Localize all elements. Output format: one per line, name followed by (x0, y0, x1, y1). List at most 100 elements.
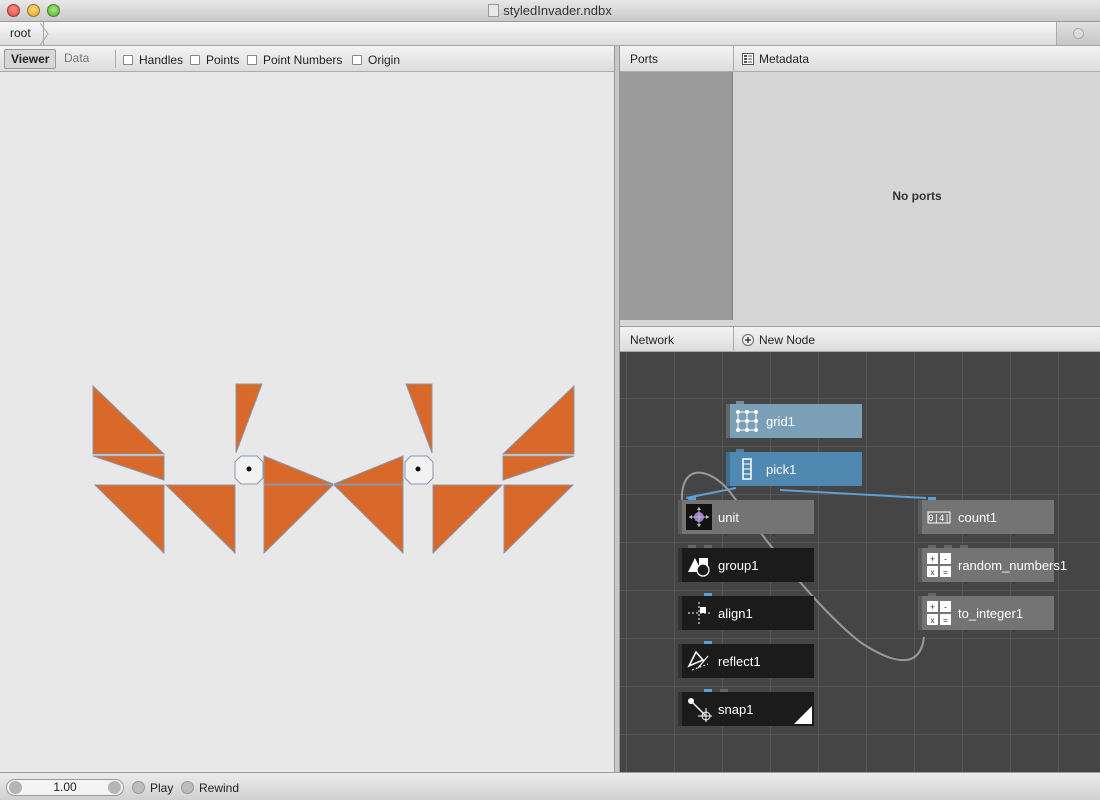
breadcrumb-item-root[interactable]: root (0, 22, 44, 45)
breadcrumb: root (0, 22, 1100, 46)
zoom-window-button[interactable] (47, 4, 60, 17)
frame-increment-button[interactable] (108, 781, 121, 794)
frame-value: 1.00 (53, 780, 77, 794)
node-input-port[interactable] (678, 692, 682, 726)
node-align1[interactable]: align1 (678, 593, 814, 630)
node-count1[interactable]: 0|4| count1 (918, 497, 1054, 534)
node-to-integer1[interactable]: + - x = to_integer1 (918, 593, 1054, 630)
play-button[interactable]: Play (132, 779, 173, 796)
node-input-port[interactable] (678, 500, 682, 534)
node-reflect1[interactable]: reflect1 (678, 641, 814, 678)
rewind-button[interactable]: Rewind (181, 779, 239, 796)
node-snap1[interactable]: snap1 (678, 689, 814, 726)
group-icon (688, 558, 710, 577)
node-input-port[interactable] (918, 596, 922, 630)
frame-number-field[interactable]: 1.00 (6, 779, 124, 796)
rewind-icon (181, 781, 194, 794)
node-label: pick1 (766, 461, 797, 477)
ports-detail-area: No ports (734, 72, 1100, 320)
close-window-button[interactable] (7, 4, 20, 17)
invader-drawing (92, 383, 575, 555)
header-divider (733, 46, 734, 72)
breadcrumb-chevron-icon (40, 23, 49, 45)
node-input-port[interactable] (918, 500, 922, 534)
node-top-port[interactable] (928, 545, 936, 548)
node-top-port[interactable] (704, 641, 712, 644)
node-input-port[interactable] (678, 596, 682, 630)
node-input-port[interactable] (726, 452, 730, 486)
node-label: group1 (718, 557, 759, 573)
node-top-port[interactable] (928, 497, 936, 500)
network-canvas[interactable]: grid1 pick1 unit group1 align1 reflect1 (620, 352, 1100, 772)
handles-checkbox[interactable]: Handles (123, 53, 183, 67)
node-label: to_integer1 (958, 605, 1024, 621)
new-node-label: New Node (759, 333, 816, 347)
node-top-port[interactable] (960, 545, 968, 548)
node-top-port[interactable] (720, 689, 728, 692)
tab-viewer[interactable]: Viewer (4, 49, 57, 69)
new-node-button[interactable]: New Node (742, 327, 815, 353)
node-label: grid1 (766, 413, 795, 429)
checkbox-box (247, 55, 257, 65)
network-title: Network (630, 333, 675, 347)
count-icon: 0|4| (926, 504, 952, 530)
invader-eye-pupil (415, 466, 421, 472)
ports-header: Ports Metadata (620, 46, 1100, 72)
invader-shape (93, 484, 165, 555)
metadata-icon (742, 53, 754, 65)
playback-bar: 1.00 Play Rewind (0, 772, 1100, 800)
node-input-port[interactable] (918, 548, 922, 582)
node-top-port[interactable] (704, 545, 712, 548)
pick-icon (734, 456, 760, 482)
node-top-port[interactable] (688, 545, 696, 548)
invader-shape (405, 383, 433, 454)
node-top-port[interactable] (688, 497, 696, 500)
window-titlebar: styledInvader.ndbx (0, 0, 1100, 22)
node-random-numbers1[interactable]: + - x = random_numbers1 (918, 545, 1067, 582)
circle-icon (1073, 28, 1084, 39)
node-top-port[interactable] (944, 545, 952, 548)
tab-metadata[interactable]: Metadata (742, 46, 809, 72)
node-top-port[interactable] (704, 689, 712, 692)
invader-shape (332, 484, 404, 555)
ports-list-column (620, 72, 733, 320)
invader-shape (333, 455, 404, 485)
node-unit[interactable]: unit (678, 497, 814, 534)
breadcrumb-action-button[interactable] (1056, 22, 1100, 45)
point-numbers-checkbox[interactable]: Point Numbers (247, 53, 342, 67)
tab-ports[interactable]: Ports (630, 46, 658, 72)
points-checkbox[interactable]: Points (190, 53, 239, 67)
document-icon (488, 4, 500, 17)
node-top-port[interactable] (736, 449, 744, 452)
node-input-port[interactable] (678, 644, 682, 678)
node-top-port[interactable] (704, 593, 712, 596)
point-numbers-label: Point Numbers (263, 53, 343, 67)
node-top-port[interactable] (736, 401, 744, 404)
origin-label: Origin (368, 53, 401, 67)
ports-panel: No ports (620, 72, 1100, 326)
node-top-port[interactable] (928, 593, 936, 596)
metadata-label: Metadata (759, 52, 810, 66)
play-label: Play (150, 780, 174, 795)
invader-shape (501, 384, 575, 455)
viewer-toolbar: Viewer Data Handles Points Point Numbers… (0, 46, 614, 72)
invader-shape (92, 455, 165, 481)
node-input-port[interactable] (678, 548, 682, 582)
node-pick1[interactable]: pick1 (726, 449, 862, 486)
svg-text:=: = (943, 616, 948, 625)
viewer-canvas[interactable] (0, 72, 614, 772)
play-icon (132, 781, 145, 794)
node-input-port[interactable] (726, 404, 730, 438)
unit-icon (686, 504, 712, 530)
frame-decrement-button[interactable] (9, 781, 22, 794)
tab-data[interactable]: Data (58, 49, 95, 69)
node-group1[interactable]: group1 (678, 545, 814, 582)
origin-checkbox[interactable]: Origin (352, 53, 400, 67)
minimize-window-button[interactable] (27, 4, 40, 17)
svg-text:+: + (930, 554, 935, 564)
grid-icon (734, 408, 760, 434)
node-grid1[interactable]: grid1 (726, 401, 862, 438)
svg-text:-: - (944, 602, 947, 612)
no-ports-message: No ports (892, 189, 942, 203)
checkbox-box (190, 55, 200, 65)
